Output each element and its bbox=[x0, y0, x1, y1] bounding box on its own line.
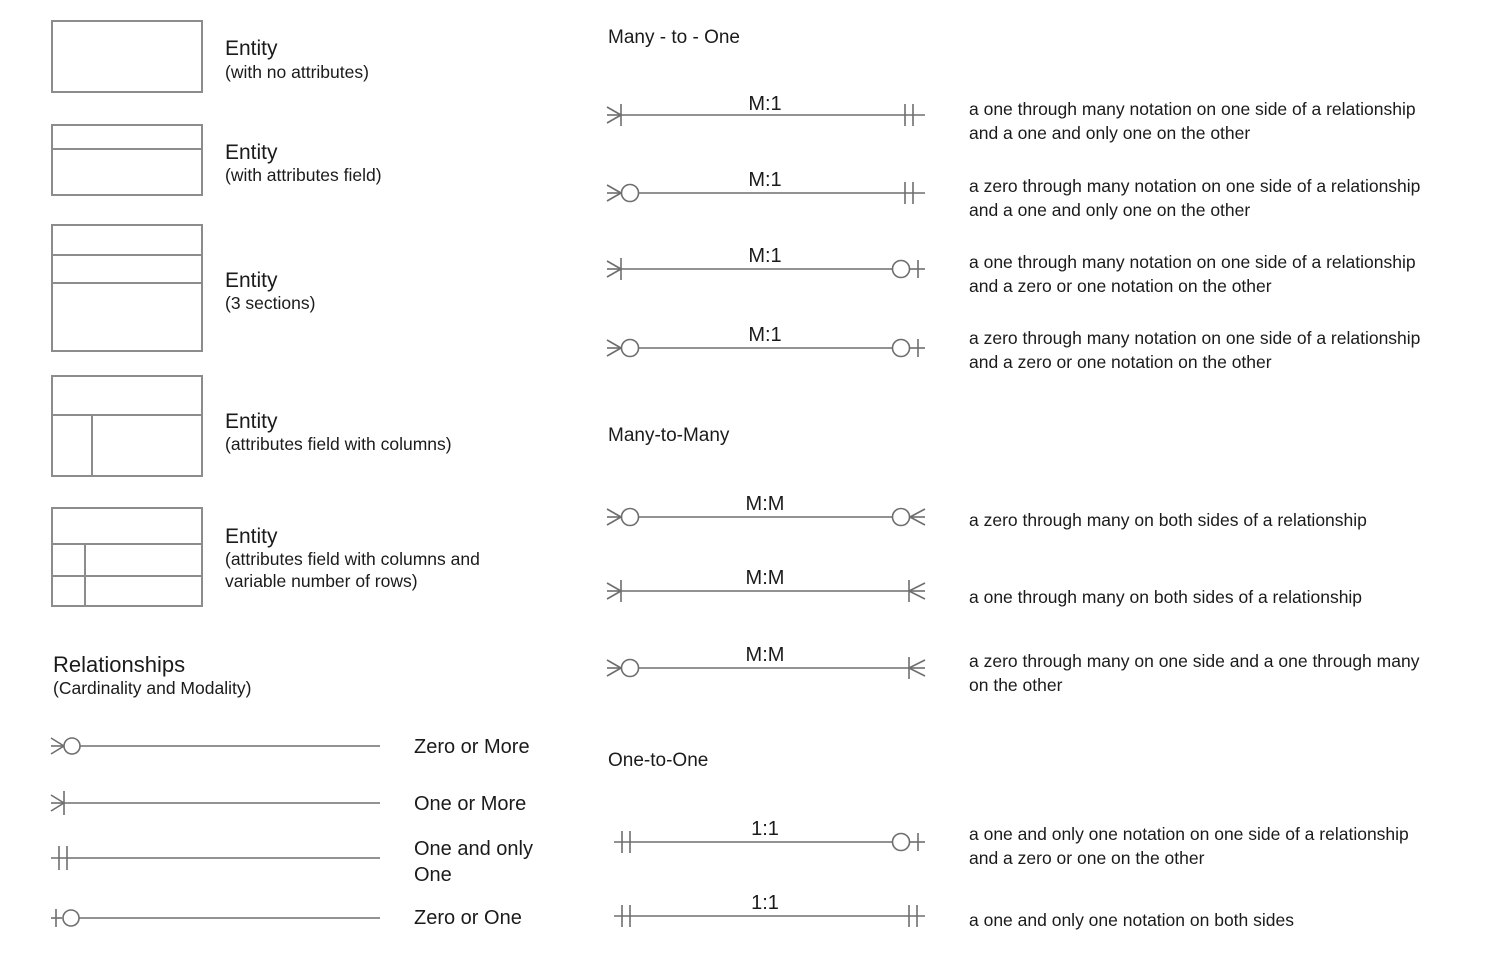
connector-m1-row3 bbox=[605, 252, 931, 286]
entity-1-subtitle: (with no attributes) bbox=[225, 62, 369, 82]
entity-5-divider-1 bbox=[51, 543, 203, 545]
legend-label-one-and-only-one: One and only One bbox=[414, 838, 533, 886]
entity-5-column-divider bbox=[84, 543, 86, 607]
section-heading-many-to-one: Many - to - One bbox=[608, 27, 740, 48]
description-m1-row4: a zero through many notation on one side… bbox=[969, 328, 1421, 372]
legend-label-one-or-more: One or More bbox=[414, 793, 527, 815]
entity-4-title: Entity bbox=[225, 410, 278, 433]
description-mm-row3: a zero through many on one side and a on… bbox=[969, 651, 1420, 695]
entity-4-subtitle: (attributes field with columns) bbox=[225, 434, 452, 454]
description-m1-row2: a zero through many notation on one side… bbox=[969, 176, 1421, 220]
entity-2-title: Entity bbox=[225, 141, 278, 164]
connector-m1-row2 bbox=[605, 176, 925, 210]
entity-3-subtitle: (3 sections) bbox=[225, 293, 316, 313]
entity-box-columns-rows bbox=[51, 507, 203, 607]
description-11-row2: a one and only one notation on both side… bbox=[969, 910, 1294, 930]
entity-3-divider-2 bbox=[51, 282, 203, 284]
description-mm-row2: a one through many on both sides of a re… bbox=[969, 587, 1363, 607]
entity-box-attributes-columns bbox=[51, 375, 203, 477]
description-m1-row3: a one through many notation on one side … bbox=[969, 252, 1416, 296]
legend-label-zero-or-more: Zero or More bbox=[414, 736, 530, 758]
entity-3-divider-1 bbox=[51, 254, 203, 256]
entity-3-title: Entity bbox=[225, 269, 278, 292]
connector-mm-row2 bbox=[605, 574, 931, 608]
connector-mm-row3 bbox=[605, 651, 931, 685]
entity-2-divider bbox=[51, 148, 203, 150]
section-heading-many-to-many: Many-to-Many bbox=[608, 425, 730, 446]
section-heading-one-to-one: One-to-One bbox=[608, 750, 709, 771]
description-mm-row1: a zero through many on both sides of a r… bbox=[969, 510, 1367, 530]
connector-m1-row1 bbox=[605, 99, 925, 131]
connector-11-row1 bbox=[612, 825, 932, 859]
entity-2-subtitle: (with attributes field) bbox=[225, 165, 382, 185]
connector-m1-row4 bbox=[605, 331, 931, 365]
legend-connector-zero-or-more bbox=[50, 726, 380, 766]
description-m1-row1: a one through many notation on one side … bbox=[969, 99, 1416, 143]
entity-5-divider-2 bbox=[51, 575, 203, 577]
entity-5-title: Entity bbox=[225, 525, 278, 548]
relationships-heading: Relationships bbox=[53, 652, 186, 677]
connector-mm-row1 bbox=[605, 500, 931, 534]
legend-label-zero-or-one: Zero or One bbox=[414, 907, 522, 929]
entity-box-attributes-field bbox=[51, 124, 203, 196]
entity-box-no-attributes bbox=[51, 20, 203, 93]
legend-connector-one-and-only-one bbox=[50, 838, 380, 878]
legend-connector-zero-or-one bbox=[50, 898, 380, 938]
entity-4-column-divider bbox=[91, 414, 93, 477]
entity-1-title: Entity bbox=[225, 37, 278, 60]
entity-4-divider bbox=[51, 414, 203, 416]
entity-box-three-sections bbox=[51, 224, 203, 352]
entity-5-subtitle: (attributes field with columns and varia… bbox=[225, 549, 480, 591]
connector-11-row2 bbox=[612, 899, 932, 933]
description-11-row1: a one and only one notation on one side … bbox=[969, 824, 1409, 868]
relationships-subheading: (Cardinality and Modality) bbox=[53, 678, 252, 698]
legend-connector-one-or-more bbox=[50, 783, 380, 823]
